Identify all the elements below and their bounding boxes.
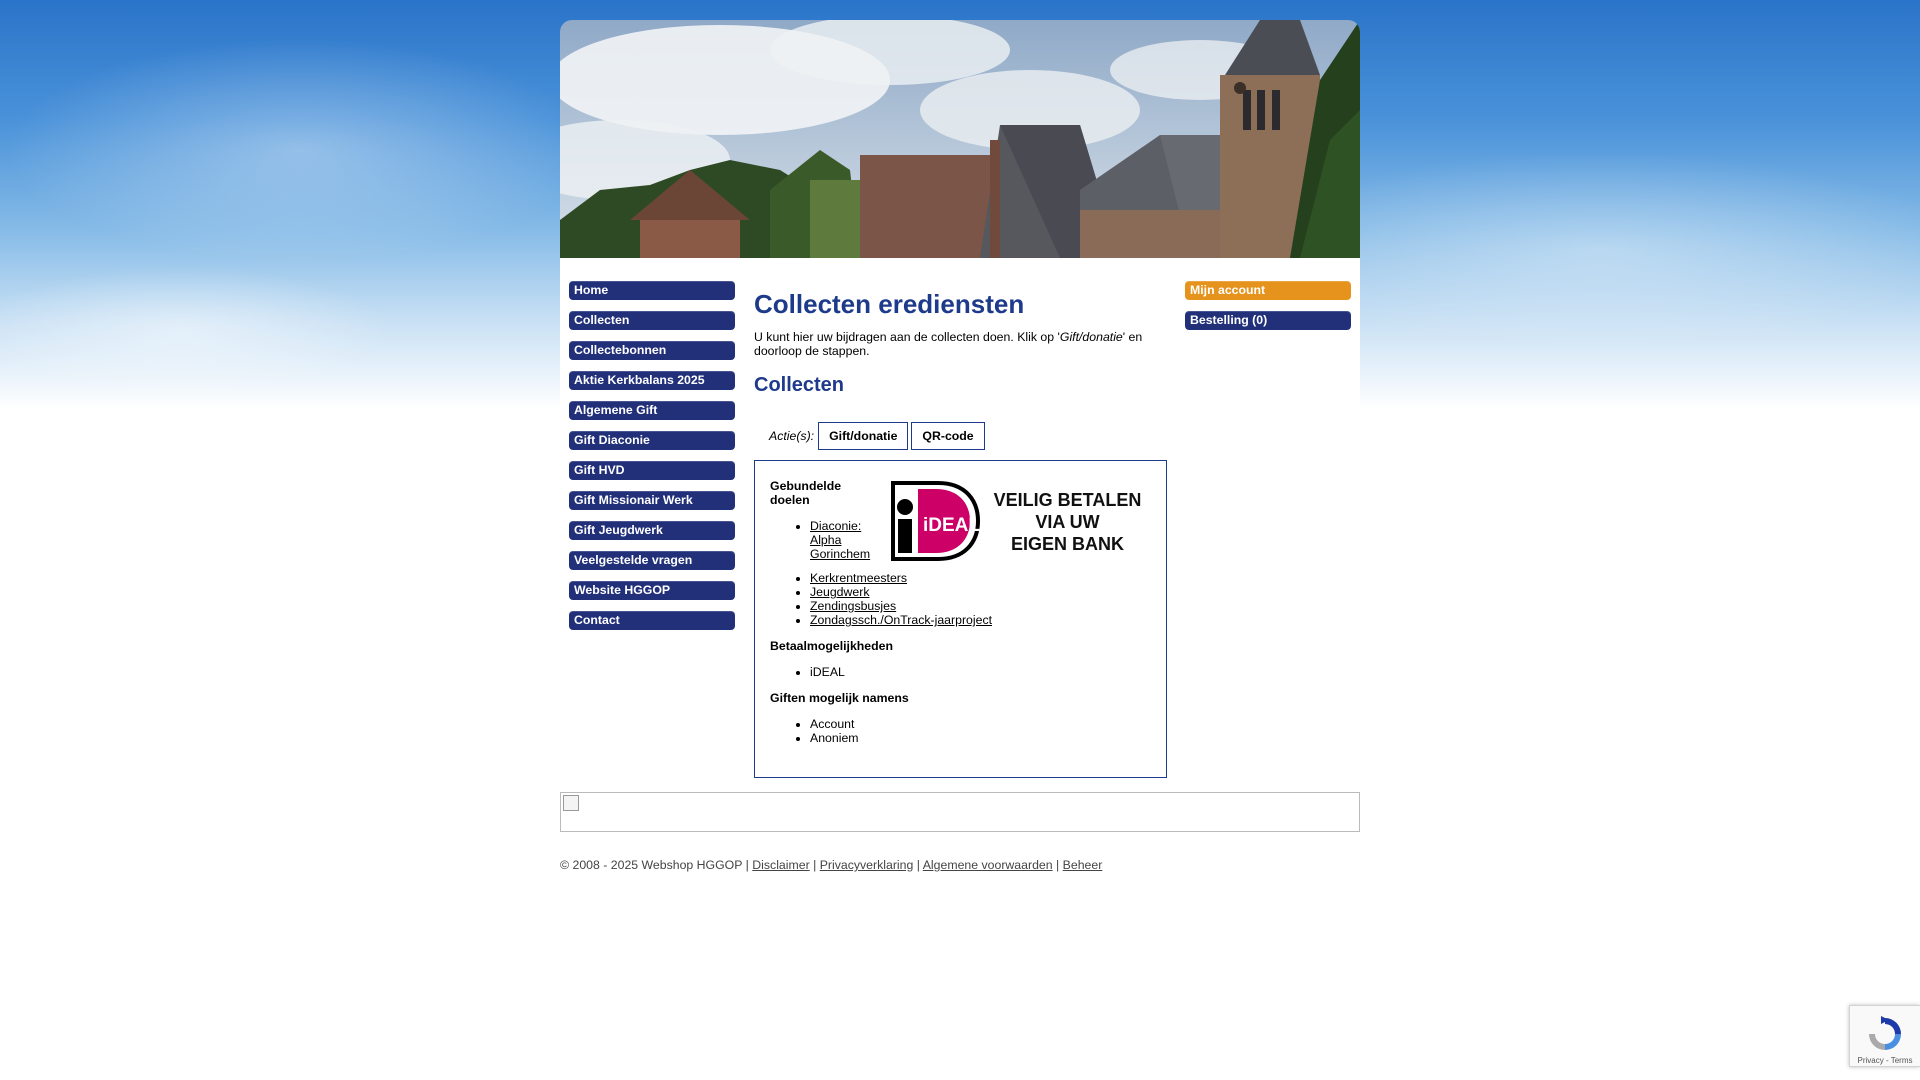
nav-algemene-gift[interactable]: Algemene Gift — [569, 401, 735, 420]
nav-collectebonnen[interactable]: Collectebonnen — [569, 341, 735, 360]
broken-image-icon — [563, 795, 579, 811]
gifts-list: Account Anoniem — [810, 717, 1151, 745]
ideal-slogan-line-3: EIGEN BANK — [1010, 534, 1124, 554]
nav-website-hggop[interactable]: Website HGGOP — [569, 581, 735, 600]
footer-banner-image — [560, 792, 1360, 832]
separator: | — [916, 858, 920, 872]
nav-contact[interactable]: Contact — [569, 611, 735, 630]
main-area: Home Collecten Collectebonnen Aktie Kerk… — [560, 258, 1360, 798]
nav-gift-missionair-werk[interactable]: Gift Missionair Werk — [569, 491, 735, 510]
nav-collecten[interactable]: Collecten — [569, 311, 735, 330]
disclaimer-link[interactable]: Disclaimer — [752, 858, 809, 872]
admin-link[interactable]: Beheer — [1063, 858, 1103, 872]
privacy-link[interactable]: Privacyverklaring — [820, 858, 914, 872]
gifts-title: Giften mogelijk namens — [770, 691, 909, 705]
page-container: Home Collecten Collectebonnen Aktie Kerk… — [560, 20, 1360, 880]
ideal-slogan: VEILIG BETALEN VIA UW EIGEN BANK — [990, 489, 1145, 555]
ideal-logo-text: iDEAL — [923, 515, 980, 536]
list-item: Kerkrentmeesters — [810, 571, 1151, 585]
list-item: Account — [810, 717, 1151, 731]
qr-code-button[interactable]: QR-code — [911, 422, 985, 450]
order-button[interactable]: Bestelling (0) — [1185, 311, 1351, 330]
list-item: Zondagssch./OnTrack-jaarproject — [810, 613, 1151, 627]
page-title: Collecten erediensten — [754, 289, 1025, 319]
list-item: Anoniem — [810, 731, 1151, 745]
ideal-slogan-line-1: VEILIG BETALEN — [993, 490, 1142, 510]
goal-link-zendingsbusjes[interactable]: Zendingsbusjes — [810, 599, 896, 613]
nav-aktie-kerkbalans[interactable]: Aktie Kerkbalans 2025 — [569, 371, 735, 390]
nav-gift-hvd[interactable]: Gift HVD — [569, 461, 735, 480]
recaptcha-icon — [1869, 1016, 1901, 1050]
separator: | — [1056, 858, 1060, 872]
left-navigation: Home Collecten Collectebonnen Aktie Kerk… — [569, 281, 735, 641]
section-title: Collecten — [754, 374, 845, 396]
goal-link-kerkrentmeesters[interactable]: Kerkrentmeesters — [810, 571, 907, 585]
copyright: © 2008 - 2025 Webshop HGGOP — [560, 858, 743, 872]
my-account-button[interactable]: Mijn account — [1185, 281, 1351, 300]
nav-veelgestelde-vragen[interactable]: Veelgestelde vragen — [569, 551, 735, 570]
actions-bar: Actie(s): Gift/donatie QR-code — [754, 422, 1167, 450]
separator: | — [813, 858, 817, 872]
payment-list: iDEAL — [810, 665, 1151, 679]
payment-title: Betaalmogelijkheden — [770, 639, 894, 653]
ideal-logo-icon: iDEAL — [891, 481, 980, 561]
list-item: Diaconie: Alpha Gorinchem — [810, 519, 880, 561]
intro-emphasis: Gift/donatie — [1059, 330, 1123, 344]
collect-details-box: iDEAL VEILIG BETALEN VIA UW EIGEN BANK G… — [754, 460, 1167, 778]
list-item: Jeugdwerk — [810, 585, 1151, 599]
goal-link-jeugdwerk[interactable]: Jeugdwerk — [810, 585, 869, 599]
intro-before: U kunt hier uw bijdragen aan de collecte… — [754, 330, 1060, 344]
terms-link[interactable]: Algemene voorwaarden — [923, 858, 1053, 872]
footer: © 2008 - 2025 Webshop HGGOP | Disclaimer… — [560, 858, 1102, 872]
goals-title: Gebundelde doelen — [770, 479, 842, 507]
list-item: Zendingsbusjes — [810, 599, 1151, 613]
nav-gift-diaconie[interactable]: Gift Diaconie — [569, 431, 735, 450]
ideal-slogan-line-2: VIA UW — [1035, 512, 1100, 532]
intro-text: U kunt hier uw bijdragen aan de collecte… — [754, 330, 1167, 358]
gift-donatie-button[interactable]: Gift/donatie — [818, 422, 909, 450]
nav-home[interactable]: Home — [569, 281, 735, 300]
ideal-banner: iDEAL VEILIG BETALEN VIA UW EIGEN BANK — [890, 481, 1150, 561]
recaptcha-links: Privacy - Terms — [1857, 1056, 1913, 1065]
list-item: iDEAL — [810, 665, 1151, 679]
actions-label: Actie(s): — [769, 429, 815, 443]
goal-link-diaconie[interactable]: Diaconie: Alpha Gorinchem — [810, 519, 870, 561]
content: Collecten erediensten U kunt hier uw bij… — [754, 288, 1167, 778]
right-navigation: Mijn account Bestelling (0) — [1185, 281, 1351, 341]
separator: | — [745, 858, 749, 872]
goal-link-zondagsschool[interactable]: Zondagssch./OnTrack-jaarproject — [810, 613, 992, 627]
nav-gift-jeugdwerk[interactable]: Gift Jeugdwerk — [569, 521, 735, 540]
recaptcha-badge[interactable]: Privacy - Terms — [1849, 1005, 1920, 1067]
header-church-photo — [560, 20, 1360, 258]
